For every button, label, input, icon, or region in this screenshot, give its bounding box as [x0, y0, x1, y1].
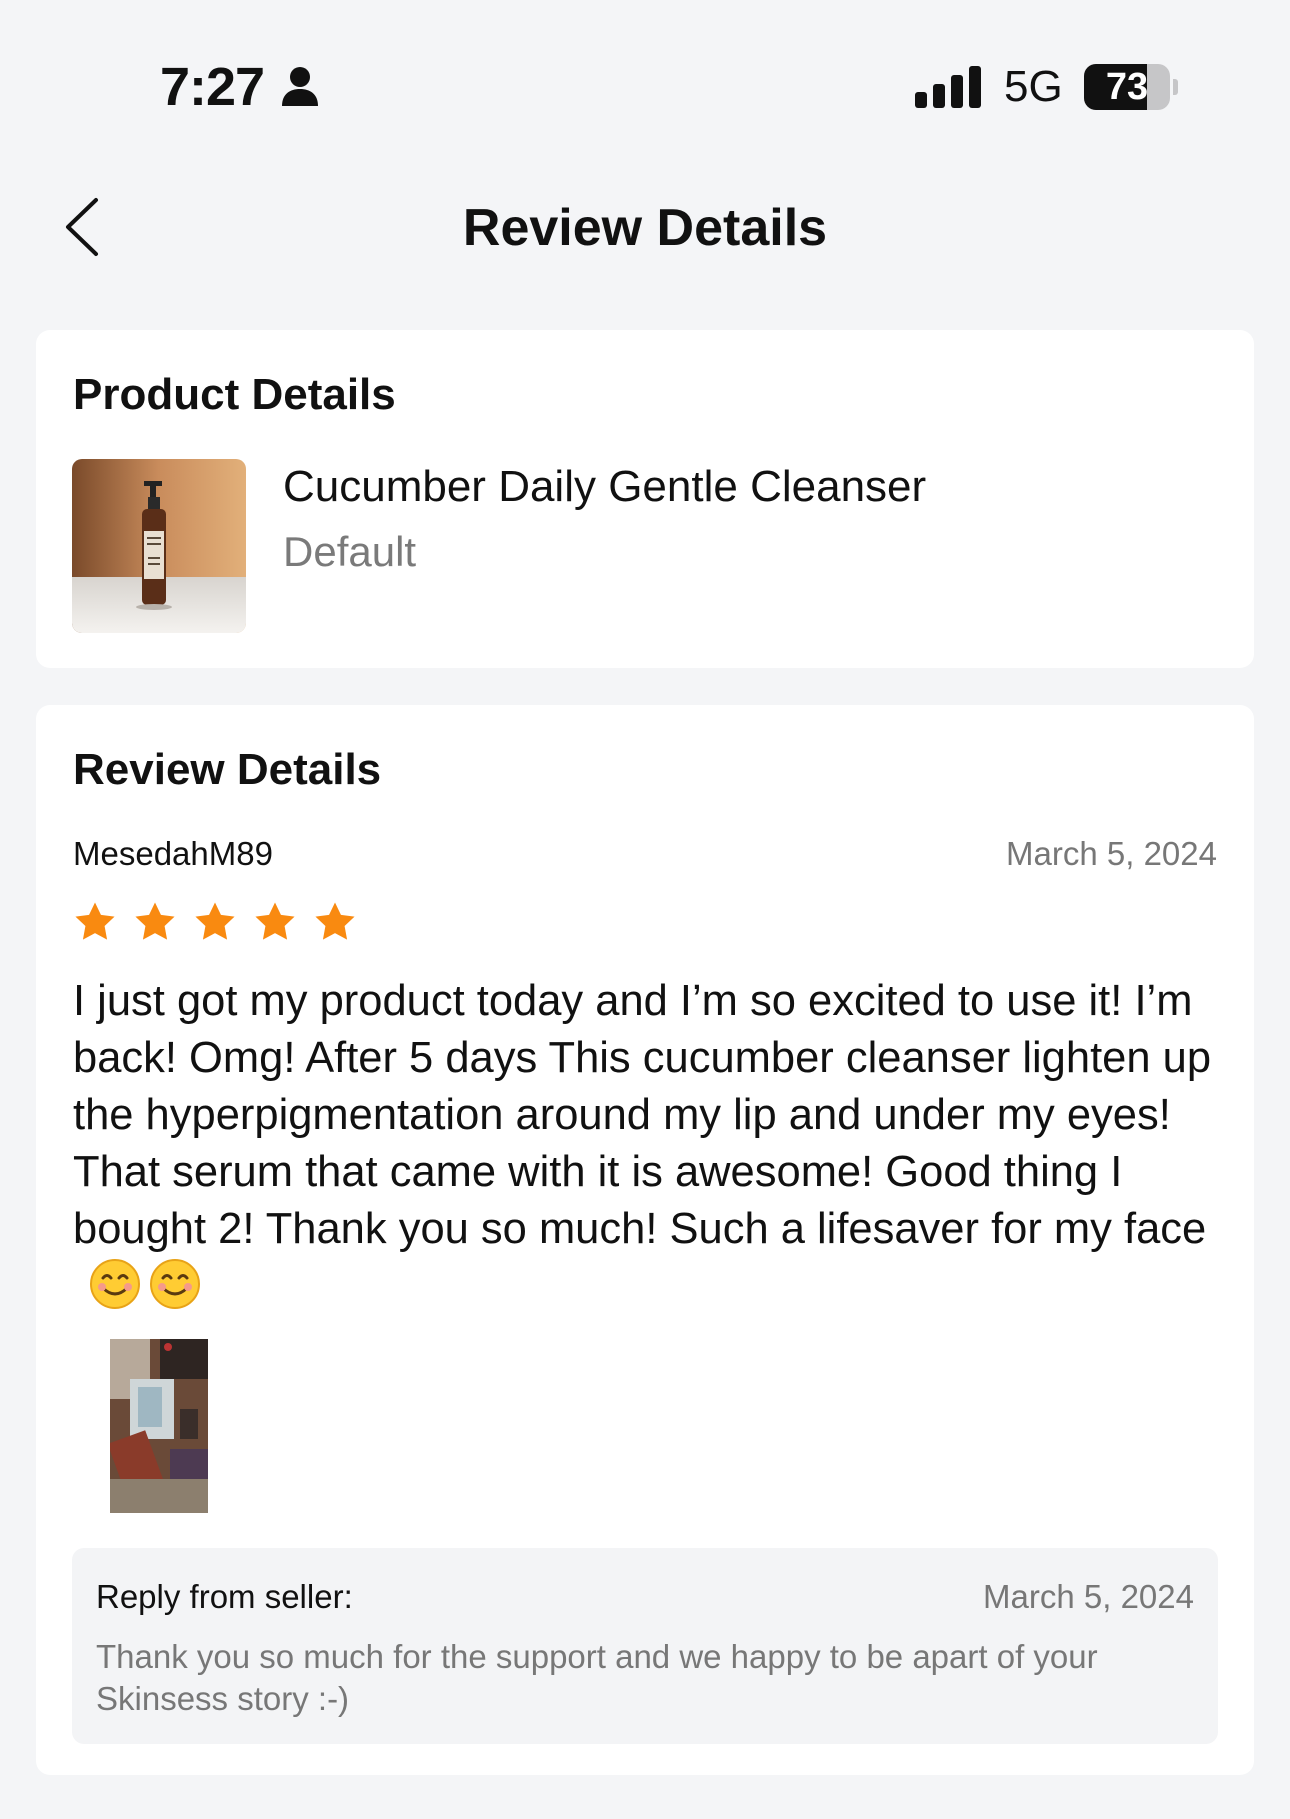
page-title: Review Details [462, 199, 828, 257]
review-details-card: Review Details MesedahM89 March 5, 2024 … [36, 705, 1254, 1775]
review-body: I just got my product today and I’m so e… [73, 977, 1212, 1253]
signal-icon [915, 66, 981, 108]
status-bar: 7:27 5G 73 [0, 0, 1290, 160]
star-icon [135, 902, 175, 940]
reviewer-name: MesedahM89 [73, 835, 273, 872]
star-rating [72, 899, 358, 951]
review-photo-thumbnail[interactable] [110, 1339, 208, 1513]
product-details-card: Product Details Cucumber Daily Gentle Cl… [36, 330, 1254, 668]
review-section-title: Review Details [73, 745, 382, 794]
star-icon [75, 902, 115, 940]
product-variant: Default [283, 528, 417, 575]
seller-reply-date: March 5, 2024 [983, 1578, 1194, 1615]
status-time: 7:27 [160, 57, 265, 117]
product-name[interactable]: Cucumber Daily Gentle Cleanser [283, 462, 926, 512]
seller-reply-label: Reply from seller: [96, 1578, 353, 1615]
seller-reply-text: Thank you so much for the support and we… [96, 1638, 1098, 1717]
person-icon [282, 67, 318, 106]
star-icon [195, 902, 235, 940]
product-image[interactable] [72, 459, 246, 633]
smiling-face-emoji [150, 1259, 200, 1309]
battery-level: 73 [1105, 66, 1149, 108]
network-type: 5G [1004, 62, 1063, 111]
review-date: March 5, 2024 [1006, 835, 1217, 872]
seller-reply-box: Reply from seller: March 5, 2024 Thank y… [72, 1548, 1218, 1744]
smiling-face-emoji [90, 1259, 140, 1309]
review-text: I just got my product today and I’m so e… [73, 973, 1223, 1315]
product-section-title: Product Details [73, 370, 396, 419]
battery-icon: 73 [1084, 64, 1178, 110]
star-icon [315, 902, 355, 940]
star-icon [255, 902, 295, 940]
